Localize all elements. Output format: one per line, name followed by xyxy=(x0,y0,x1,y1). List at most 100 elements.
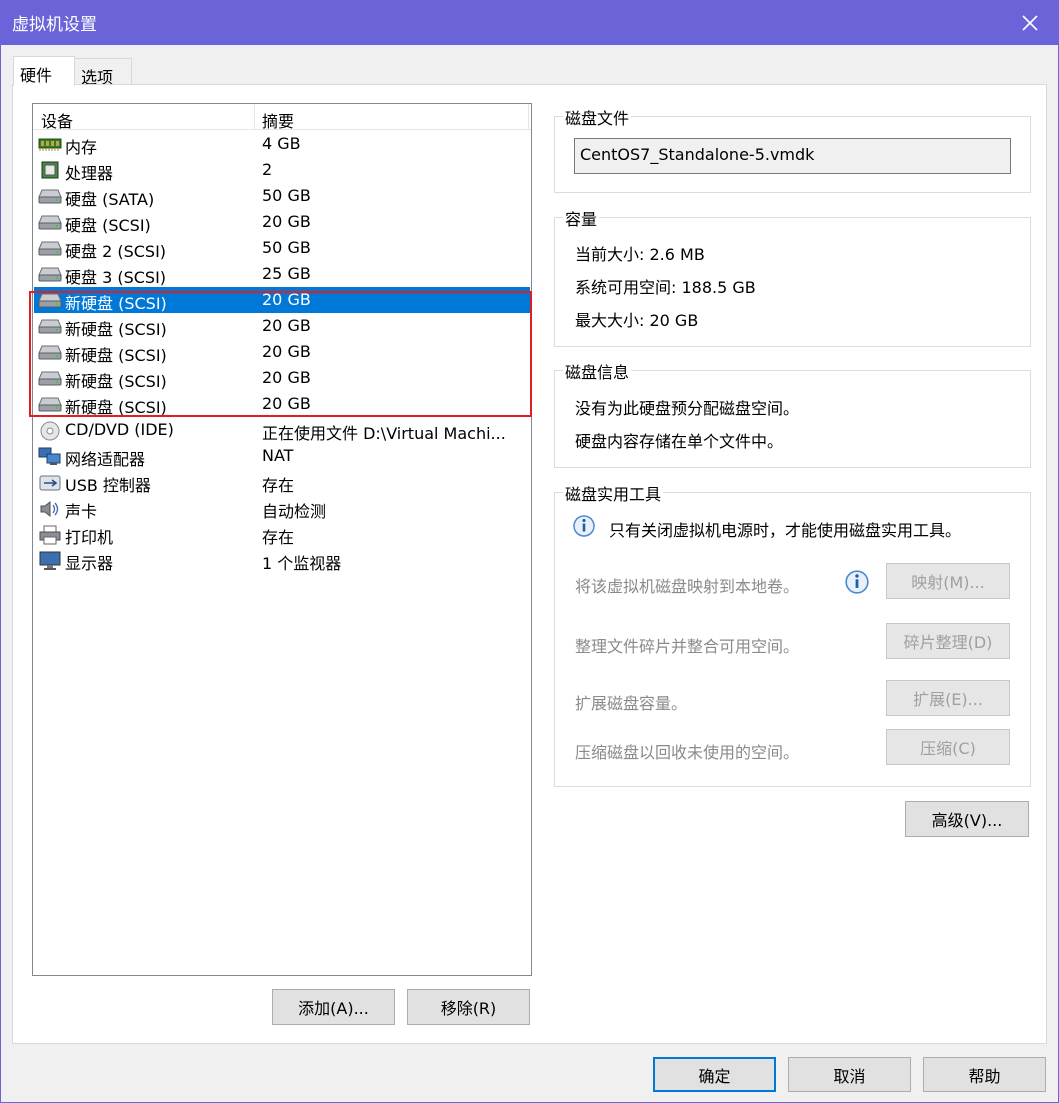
device-row[interactable]: 打印机 存在 xyxy=(34,521,530,547)
disk-file-field[interactable]: CentOS7_Standalone-5.vmdk xyxy=(574,138,1011,174)
device-name: 新硬盘 (SCSI) xyxy=(65,294,167,313)
device-row[interactable]: USB 控制器 存在 xyxy=(34,469,530,495)
device-name: 打印机 xyxy=(65,528,114,547)
device-summary: 20 GB xyxy=(262,342,311,361)
device-summary: 1 个监视器 xyxy=(262,554,342,573)
memory-icon xyxy=(38,135,62,153)
device-summary: 20 GB xyxy=(262,212,311,231)
map-button[interactable]: 映射(M)... xyxy=(886,563,1010,599)
device-summary: 50 GB xyxy=(262,238,311,257)
device-name: USB 控制器 xyxy=(65,476,151,495)
ok-button[interactable]: 确定 xyxy=(653,1057,776,1092)
header-device[interactable]: 设备 xyxy=(41,108,73,132)
monitor-icon xyxy=(38,551,62,570)
current-size: 当前大小: 2.6 MB xyxy=(575,245,705,264)
defrag-button[interactable]: 碎片整理(D) xyxy=(886,623,1010,659)
device-name: 网络适配器 xyxy=(65,450,146,469)
device-name: 新硬盘 (SCSI) xyxy=(65,320,167,339)
max-size: 最大大小: 20 GB xyxy=(575,311,699,330)
network-adapter-icon xyxy=(38,447,62,465)
device-summary: 20 GB xyxy=(262,394,311,413)
capacity-group: 容量 当前大小: 2.6 MB 系统可用空间: 188.5 GB 最大大小: 2… xyxy=(554,206,1031,347)
close-icon xyxy=(1022,14,1038,31)
hard-disk-icon xyxy=(38,395,62,413)
device-name: 内存 xyxy=(65,138,98,157)
device-row[interactable]: 声卡 自动检测 xyxy=(34,495,530,521)
device-row[interactable]: 新硬盘 (SCSI) 20 GB xyxy=(34,339,530,365)
disk-info-line2: 硬盘内容存储在单个文件中。 xyxy=(575,432,784,451)
device-summary: 20 GB xyxy=(262,290,311,309)
device-summary: 正在使用文件 D:\Virtual Machi... xyxy=(262,424,506,443)
device-row[interactable]: 硬盘 (SCSI) 20 GB xyxy=(34,209,530,235)
disk-info-group: 磁盘信息 没有为此硬盘预分配磁盘空间。 硬盘内容存储在单个文件中。 xyxy=(554,359,1031,468)
device-row[interactable]: 硬盘 (SATA) 50 GB xyxy=(34,183,530,209)
device-row[interactable]: 硬盘 3 (SCSI) 25 GB xyxy=(34,261,530,287)
info-icon xyxy=(573,515,595,537)
tab-hardware-label: 硬件 xyxy=(20,66,53,85)
device-name: 新硬盘 (SCSI) xyxy=(65,398,167,417)
device-list[interactable]: 设备 摘要 内存 4 GB 处理器 2 硬盘 (SATA) 50 GB 硬盘 (SCSI) 2… xyxy=(32,103,532,976)
disk-utilities-group: 磁盘实用工具 只有关闭虚拟机电源时，才能使用磁盘实用工具。 将该虚拟机磁盘映射到… xyxy=(554,481,1031,787)
help-button[interactable]: 帮助 xyxy=(923,1057,1046,1092)
device-row[interactable]: 内存 4 GB xyxy=(34,131,530,157)
hard-disk-icon xyxy=(38,343,62,361)
device-row[interactable]: 处理器 2 xyxy=(34,157,530,183)
device-summary: 存在 xyxy=(262,528,295,547)
device-name: 硬盘 2 (SCSI) xyxy=(65,242,167,261)
add-button[interactable]: 添加(A)... xyxy=(272,989,395,1025)
list-header: 设备 摘要 xyxy=(33,104,531,132)
disk-info-legend: 磁盘信息 xyxy=(563,359,632,383)
device-row[interactable]: CD/DVD (IDE) 正在使用文件 D:\Virtual Machi... xyxy=(34,417,530,443)
hard-disk-icon xyxy=(38,187,62,205)
device-summary: 2 xyxy=(262,160,273,179)
compact-button[interactable]: 压缩(C) xyxy=(886,729,1010,765)
device-row[interactable]: 新硬盘 (SCSI) 20 GB xyxy=(34,287,530,313)
device-name: 新硬盘 (SCSI) xyxy=(65,346,167,365)
device-name: 硬盘 3 (SCSI) xyxy=(65,268,167,287)
device-name: CD/DVD (IDE) xyxy=(65,420,174,439)
hard-disk-icon xyxy=(38,369,62,387)
title-bar: 虚拟机设置 xyxy=(0,0,1059,45)
device-summary: 20 GB xyxy=(262,316,311,335)
device-summary: 20 GB xyxy=(262,368,311,387)
device-row[interactable]: 硬盘 2 (SCSI) 50 GB xyxy=(34,235,530,261)
disk-info-line1: 没有为此硬盘预分配磁盘空间。 xyxy=(575,399,800,418)
hard-disk-icon xyxy=(38,291,62,309)
device-name: 处理器 xyxy=(65,164,114,183)
device-row[interactable]: 新硬盘 (SCSI) 20 GB xyxy=(34,391,530,417)
expand-button[interactable]: 扩展(E)... xyxy=(886,680,1010,716)
available-space: 系统可用空间: 188.5 GB xyxy=(575,278,756,297)
device-row[interactable]: 新硬盘 (SCSI) 20 GB xyxy=(34,365,530,391)
remove-button[interactable]: 移除(R) xyxy=(407,989,530,1025)
map-info-icon xyxy=(845,570,869,594)
defrag-text: 整理文件碎片并整合可用空间。 xyxy=(575,637,800,656)
device-row[interactable]: 显示器 1 个监视器 xyxy=(34,547,530,573)
cd-dvd-icon xyxy=(38,421,62,441)
device-name: 声卡 xyxy=(65,502,98,521)
device-row[interactable]: 网络适配器 NAT xyxy=(34,443,530,469)
dialog-body: 硬件 选项 设备 摘要 内存 4 GB 处理器 2 硬盘 (SATA) 50 GB 硬盘 (… xyxy=(0,45,1059,1103)
usb-icon xyxy=(38,473,62,491)
cancel-button[interactable]: 取消 xyxy=(788,1057,911,1092)
device-summary: 4 GB xyxy=(262,134,301,153)
close-button[interactable] xyxy=(1001,0,1059,45)
capacity-legend: 容量 xyxy=(563,206,600,230)
device-row[interactable]: 新硬盘 (SCSI) 20 GB xyxy=(34,313,530,339)
processor-icon xyxy=(38,161,62,179)
sound-icon xyxy=(38,499,62,518)
header-summary[interactable]: 摘要 xyxy=(262,108,294,132)
hard-disk-icon xyxy=(38,317,62,335)
device-summary: 50 GB xyxy=(262,186,311,205)
tab-hardware[interactable]: 硬件 xyxy=(13,56,75,86)
hardware-panel: 设备 摘要 内存 4 GB 处理器 2 硬盘 (SATA) 50 GB 硬盘 (SCSI) 2… xyxy=(12,84,1047,1044)
advanced-button[interactable]: 高级(V)... xyxy=(905,801,1029,837)
hard-disk-icon xyxy=(38,239,62,257)
disk-file-group: 磁盘文件 CentOS7_Standalone-5.vmdk xyxy=(554,105,1031,193)
device-name: 硬盘 (SATA) xyxy=(65,190,155,209)
hard-disk-icon xyxy=(38,213,62,231)
device-name: 新硬盘 (SCSI) xyxy=(65,372,167,391)
disk-file-legend: 磁盘文件 xyxy=(563,105,632,129)
tab-options[interactable]: 选项 xyxy=(74,58,132,87)
compact-text: 压缩磁盘以回收未使用的空间。 xyxy=(575,743,800,762)
device-summary: 自动检测 xyxy=(262,502,327,521)
